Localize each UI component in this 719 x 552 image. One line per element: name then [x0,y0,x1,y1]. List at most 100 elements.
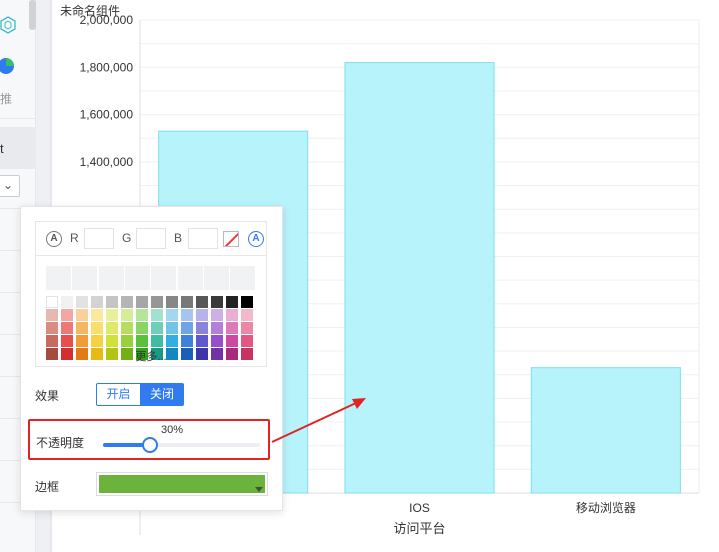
color-swatch[interactable] [106,309,118,321]
x-axis-title: 访问平台 [393,521,445,536]
more-colors-button[interactable]: 更多... [36,348,266,364]
recent-color-slot[interactable] [98,266,125,290]
color-swatch[interactable] [46,335,58,347]
color-swatch[interactable] [196,335,208,347]
y-tick-label: 1,400,000 [80,155,134,169]
color-swatch[interactable] [211,322,223,334]
color-swatch[interactable] [106,296,118,308]
bar [530,367,681,494]
color-swatch[interactable] [46,309,58,321]
effect-off-button[interactable]: 关闭 [140,383,184,406]
color-swatch[interactable] [91,335,103,347]
bar [344,62,495,494]
recent-colors [46,266,257,290]
color-swatch[interactable] [136,296,148,308]
recent-color-slot[interactable] [230,266,257,290]
color-swatch[interactable] [106,322,118,334]
y-tick-label: 2,000,000 [80,13,134,27]
color-swatch[interactable] [226,296,238,308]
color-swatch[interactable] [76,335,88,347]
border-label: 边框 [35,480,60,494]
color-swatch[interactable] [136,309,148,321]
color-swatch[interactable] [136,335,148,347]
r-label: R [70,231,79,245]
color-swatch[interactable] [166,309,178,321]
x-tick-label: IOS [409,501,430,515]
opacity-value: 30% [161,424,184,436]
app-root: 推 t ⌄ 未命名组件 1,400,000 1,600,000 1,800,000 2… [0,0,719,552]
color-swatch[interactable] [196,322,208,334]
r-input[interactable] [84,228,114,249]
color-swatch[interactable] [136,322,148,334]
color-swatch[interactable] [181,309,193,321]
no-color-icon[interactable] [223,231,239,247]
color-swatch[interactable] [151,296,163,308]
color-swatch[interactable] [151,322,163,334]
color-swatch[interactable] [76,322,88,334]
color-swatch[interactable] [211,296,223,308]
color-swatch[interactable] [226,335,238,347]
effect-toggle: 开启 关闭 [96,383,185,406]
color-swatch[interactable] [91,309,103,321]
color-swatch[interactable] [151,335,163,347]
color-swatch[interactable] [76,296,88,308]
effect-on-button[interactable]: 开启 [96,383,140,406]
color-swatch[interactable] [241,322,253,334]
g-input[interactable] [136,228,166,249]
color-swatch[interactable] [181,335,193,347]
color-picker: A R G B A 更多... [35,221,267,367]
color-swatch[interactable] [121,335,133,347]
color-swatch[interactable] [61,322,73,334]
color-swatch[interactable] [166,322,178,334]
color-swatch[interactable] [121,322,133,334]
border-color-swatch [99,475,265,493]
recent-color-slot[interactable] [124,266,151,290]
color-swatch[interactable] [91,296,103,308]
auto-color-selected-icon[interactable]: A [248,231,264,247]
color-swatch[interactable] [46,296,58,308]
color-swatch[interactable] [121,296,133,308]
color-swatch[interactable] [106,335,118,347]
color-swatch[interactable] [91,322,103,334]
color-swatch[interactable] [226,309,238,321]
recent-color-slot[interactable] [151,266,178,290]
b-label: B [174,231,183,245]
caret-down-icon [255,487,263,492]
color-swatch[interactable] [241,335,253,347]
opacity-highlight: 不透明度 30% [28,419,270,460]
color-swatch[interactable] [121,309,133,321]
rgb-row: A R G B A [36,222,266,256]
color-swatch[interactable] [151,309,163,321]
color-swatch[interactable] [196,309,208,321]
recent-color-slot[interactable] [203,266,230,290]
color-swatch[interactable] [241,309,253,321]
recent-color-slot[interactable] [177,266,204,290]
opacity-slider[interactable] [103,437,260,453]
color-swatch[interactable] [61,335,73,347]
color-swatch[interactable] [166,296,178,308]
recent-color-slot[interactable] [72,266,99,290]
color-swatch[interactable] [196,296,208,308]
color-swatch[interactable] [241,296,253,308]
color-swatch[interactable] [181,296,193,308]
color-swatch[interactable] [181,322,193,334]
color-swatch[interactable] [211,309,223,321]
opacity-slider-handle[interactable] [142,437,159,453]
recent-color-slot[interactable] [46,266,72,290]
color-swatch[interactable] [61,296,73,308]
g-label: G [122,231,132,245]
y-tick-label: 1,800,000 [80,60,134,74]
x-tick-label: 移动浏览器 [576,500,636,515]
auto-color-icon[interactable]: A [46,231,62,247]
border-color-select[interactable] [96,472,268,496]
color-swatch[interactable] [226,322,238,334]
color-swatch[interactable] [46,322,58,334]
color-swatch[interactable] [211,335,223,347]
color-swatch[interactable] [166,335,178,347]
opacity-label: 不透明度 [36,436,85,450]
y-tick-label: 1,600,000 [80,108,134,122]
color-swatch[interactable] [76,309,88,321]
b-input[interactable] [188,228,218,249]
style-popup: A R G B A 更多... 效果 开启 关闭 不透明度 30% 边框 [20,206,283,511]
color-swatch[interactable] [61,309,73,321]
